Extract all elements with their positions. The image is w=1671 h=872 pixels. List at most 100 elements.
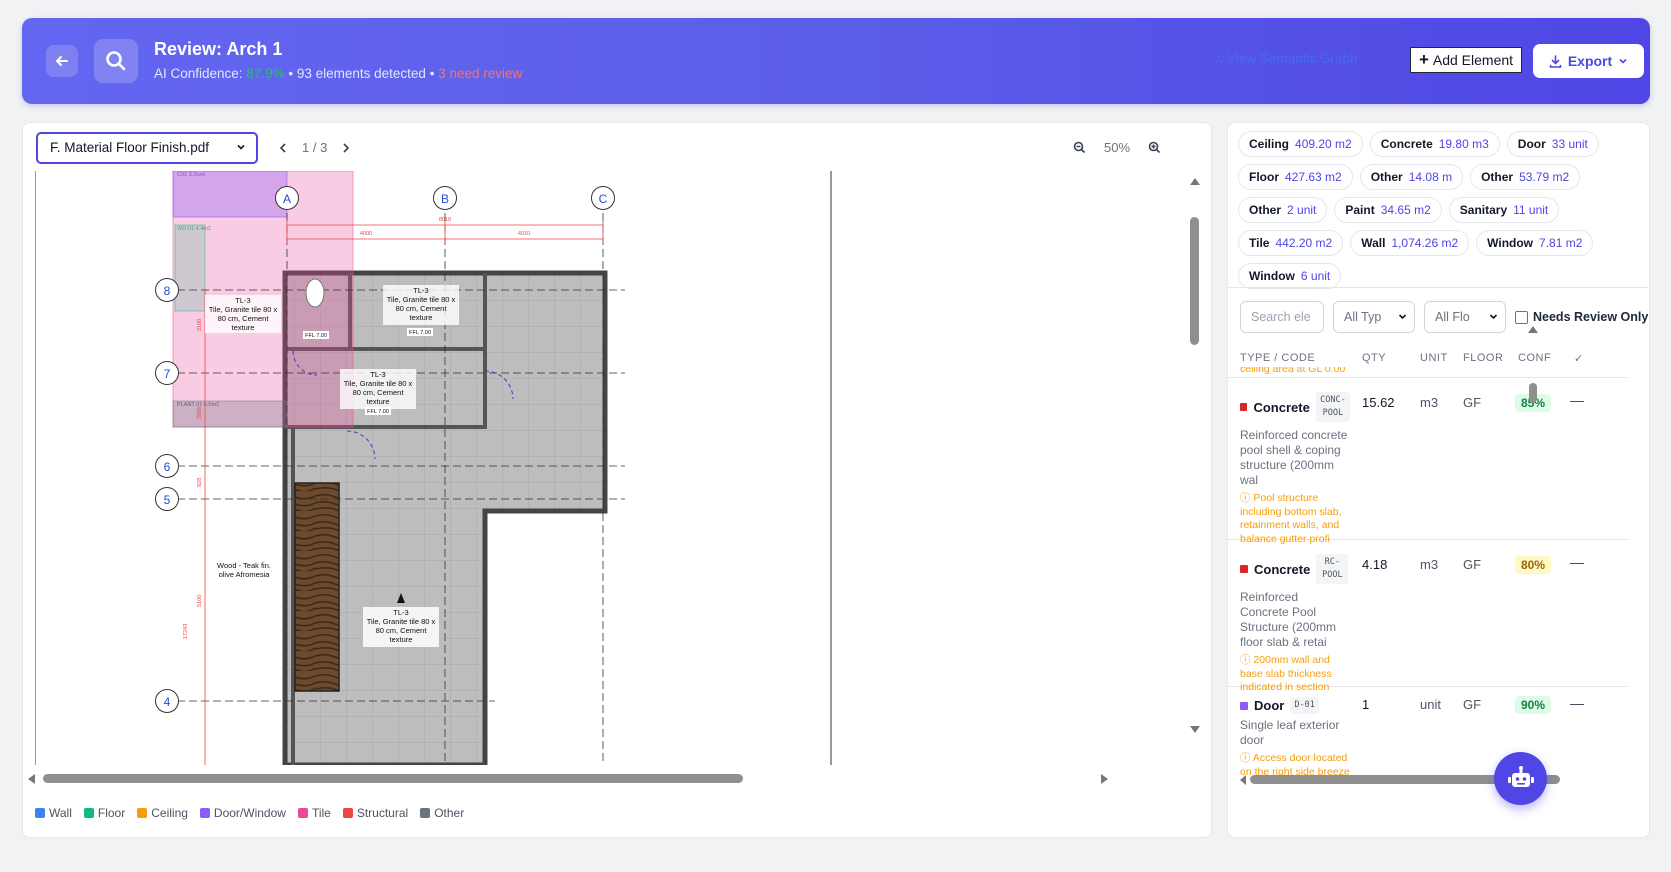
svg-text:A: A bbox=[283, 192, 291, 206]
table-vertical-scrollbar[interactable] bbox=[1527, 323, 1539, 748]
row-action-button[interactable]: — bbox=[1570, 695, 1584, 711]
grid-bubble-a: A bbox=[275, 186, 299, 210]
table-row[interactable]: Door D-01 Single leaf exterior door ⓘ Ac… bbox=[1228, 687, 1628, 777]
row-description: Reinforced Concrete Pool Structure (200m… bbox=[1240, 590, 1337, 649]
legend-tile: Tile bbox=[297, 806, 331, 820]
ffl-tag-3: FFL 7.00 bbox=[367, 409, 389, 415]
table-row[interactable]: Concrete RC-POOL Reinforced Concrete Poo… bbox=[1228, 540, 1628, 693]
grid-bubble-8: 8 bbox=[155, 278, 179, 302]
ffl-tag-1: FFL 7.00 bbox=[305, 333, 327, 339]
dim-2: 4010 bbox=[518, 231, 530, 237]
summary-chip[interactable]: Wall 1,074.26 m2 bbox=[1350, 230, 1470, 256]
dim-v1: 2100 bbox=[197, 319, 203, 331]
view-semantic-graph-link[interactable]: ⛬ View Semantic Graph bbox=[1214, 51, 1358, 67]
grid-bubble-b: B bbox=[433, 186, 457, 210]
type-filter-select[interactable]: All Typ bbox=[1333, 301, 1415, 333]
summary-chip[interactable]: Door 33 unit bbox=[1506, 131, 1599, 157]
summary-chip[interactable]: Paint 34.65 m2 bbox=[1334, 197, 1442, 223]
robot-icon bbox=[1507, 765, 1534, 787]
legend-structural: Structural bbox=[342, 806, 408, 820]
assistant-bot-button[interactable] bbox=[1494, 752, 1547, 805]
needs-review-checkbox[interactable] bbox=[1515, 310, 1528, 324]
back-button[interactable] bbox=[46, 45, 78, 77]
arrow-left-icon bbox=[56, 56, 68, 66]
type-color-dot bbox=[1240, 565, 1248, 573]
svg-text:80 cm, Cement: 80 cm, Cement bbox=[218, 314, 270, 323]
row-unit: m3 bbox=[1420, 395, 1439, 410]
legend-ceiling: Ceiling bbox=[137, 806, 188, 820]
row-qty: 15.62 bbox=[1362, 395, 1395, 410]
row-description: Single leaf exterior door bbox=[1240, 718, 1340, 747]
summary-chip[interactable]: Floor 427.63 m2 bbox=[1238, 164, 1353, 190]
zoom-in-icon[interactable] bbox=[1148, 141, 1161, 154]
svg-text:TL-3: TL-3 bbox=[370, 370, 385, 379]
row-description: Reinforced concrete pool shell & coping … bbox=[1240, 428, 1348, 487]
row-type: Door bbox=[1254, 698, 1285, 713]
table-row[interactable]: Concrete CONC-POOL Reinforced concrete p… bbox=[1228, 378, 1628, 545]
info-icon: ⓘ bbox=[1240, 752, 1253, 764]
elements-count: • 93 elements detected • bbox=[288, 66, 435, 81]
zoom-out-icon[interactable] bbox=[1073, 141, 1086, 154]
svg-text:80 cm, Cement: 80 cm, Cement bbox=[376, 626, 428, 635]
svg-text:Tile, Granite tile 80 x: Tile, Granite tile 80 x bbox=[387, 295, 456, 304]
table-horizontal-scrollbar[interactable] bbox=[1238, 773, 1638, 787]
row-type: Concrete bbox=[1254, 561, 1311, 577]
summary-chip[interactable]: Other 2 unit bbox=[1238, 197, 1328, 223]
tag-wd: WD-01 4.4m2 bbox=[177, 226, 211, 232]
label-tl3-room4: TL-3 Tile, Granite tile 80 x 80 cm, Ceme… bbox=[363, 607, 439, 647]
chevron-down-icon bbox=[1398, 314, 1407, 320]
chevron-right-icon[interactable] bbox=[341, 142, 351, 154]
vertical-scrollbar[interactable] bbox=[1187, 171, 1203, 787]
row-floor: GF bbox=[1463, 557, 1482, 572]
legend-other: Other bbox=[420, 806, 464, 820]
export-button[interactable]: Export bbox=[1533, 44, 1644, 78]
svg-text:C: C bbox=[599, 192, 608, 206]
row-unit: m3 bbox=[1420, 557, 1439, 572]
tag-ceiling: C01 3.2unit bbox=[177, 172, 206, 178]
summary-chip[interactable]: Window 7.81 m2 bbox=[1476, 230, 1594, 256]
grid-bubble-7: 7 bbox=[155, 361, 179, 385]
add-element-button[interactable]: + Add Element bbox=[1410, 47, 1522, 73]
row-ai-note: ⓘ Pool structure including bottom slab, … bbox=[1240, 492, 1342, 545]
floor-filter-select[interactable]: All Flo bbox=[1424, 301, 1506, 333]
needs-review-toggle[interactable]: Needs Review Only bbox=[1515, 310, 1648, 324]
horizontal-scrollbar[interactable] bbox=[23, 771, 1211, 787]
summary-chip[interactable]: Other 53.79 m2 bbox=[1470, 164, 1581, 190]
confidence-value: 87.9% bbox=[246, 66, 285, 81]
col-unit: UNIT bbox=[1420, 352, 1448, 364]
grid-bubble-5: 5 bbox=[155, 487, 179, 511]
summary-chip[interactable]: Sanitary 11 unit bbox=[1448, 197, 1560, 223]
page-title: Review: Arch 1 bbox=[154, 39, 283, 59]
label-tl3-room3: TL-3 Tile, Granite tile 80 x 80 cm, Ceme… bbox=[340, 369, 416, 409]
elements-panel: Ceiling 409.20 m2 Concrete 19.80 m3 Door 33… bbox=[1227, 122, 1650, 838]
row-action-button[interactable]: — bbox=[1570, 554, 1584, 570]
row-type: Concrete bbox=[1253, 399, 1310, 415]
row-qty: 1 bbox=[1362, 697, 1370, 712]
type-color-dot bbox=[1240, 403, 1248, 411]
summary-chip[interactable]: Concrete 19.80 m3 bbox=[1369, 131, 1500, 157]
file-select[interactable]: F. Material Floor Finish.pdf bbox=[36, 132, 258, 164]
chevron-down-icon bbox=[1619, 58, 1627, 64]
svg-text:7: 7 bbox=[164, 367, 171, 381]
page-indicator: 1 / 3 bbox=[302, 140, 328, 155]
svg-text:80 cm, Cement: 80 cm, Cement bbox=[396, 304, 448, 313]
summary-chip[interactable]: Window 6 unit bbox=[1238, 263, 1342, 289]
summary-chip[interactable]: Tile 442.20 m2 bbox=[1238, 230, 1344, 256]
label-wood: Wood - Teak fin. olive Afromesia bbox=[211, 559, 277, 581]
summary-chip[interactable]: Ceiling 409.20 m2 bbox=[1238, 131, 1363, 157]
row-action-button[interactable]: — bbox=[1570, 392, 1584, 408]
chevron-left-icon[interactable] bbox=[278, 142, 288, 154]
grid-bubble-c: C bbox=[591, 186, 615, 210]
svg-text:olive Afromesia: olive Afromesia bbox=[219, 570, 271, 579]
svg-text:Tile, Granite tile 80 x: Tile, Granite tile 80 x bbox=[367, 617, 436, 626]
svg-text:TL-3: TL-3 bbox=[235, 296, 250, 305]
search-input[interactable]: Search ele bbox=[1240, 301, 1324, 333]
drawing-viewer: F. Material Floor Finish.pdf 1 / 3 50% C… bbox=[22, 122, 1212, 838]
row-qty: 4.18 bbox=[1362, 557, 1388, 572]
col-qty: QTY bbox=[1362, 352, 1387, 364]
svg-text:4: 4 bbox=[164, 695, 171, 709]
drawing-canvas[interactable]: C01 3.2unit WD-01 4.4m2 PLANT 01 6.0m2 A… bbox=[35, 171, 1197, 765]
grid-bubble-4: 4 bbox=[155, 689, 179, 713]
svg-text:80 cm, Cement: 80 cm, Cement bbox=[353, 388, 405, 397]
summary-chip[interactable]: Other 14.08 m bbox=[1359, 164, 1464, 190]
